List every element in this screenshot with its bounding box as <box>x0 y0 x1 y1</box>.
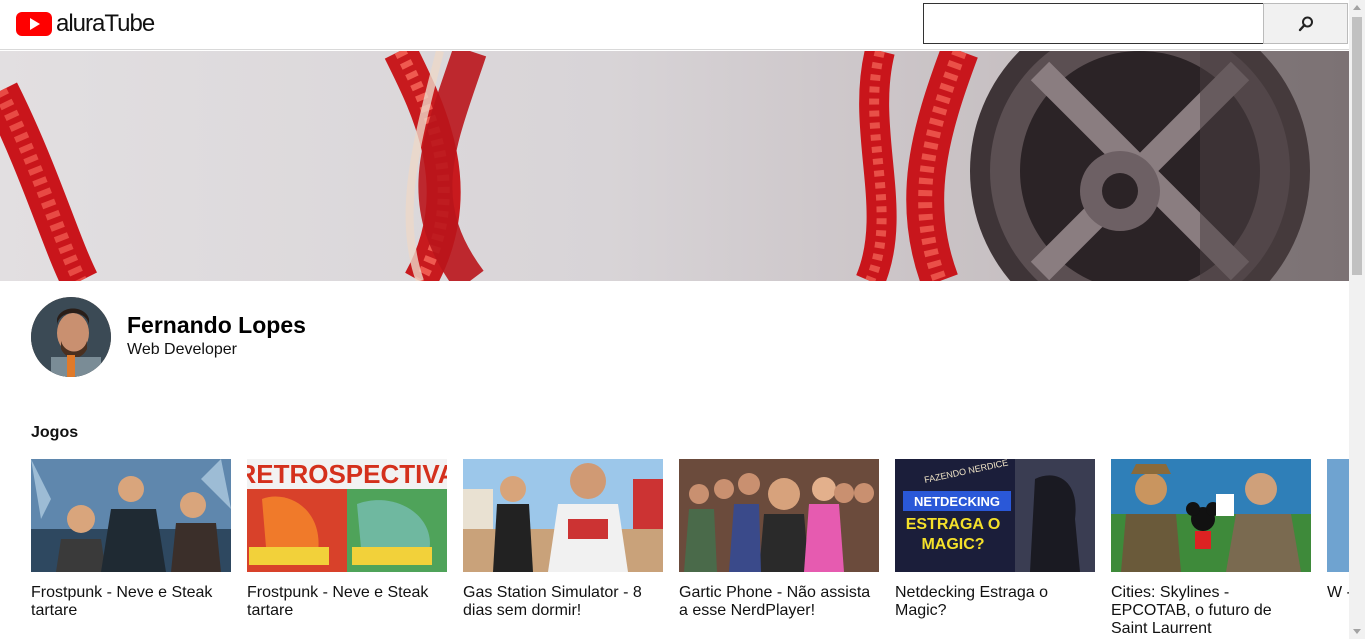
video-thumbnail[interactable] <box>463 459 663 572</box>
profile-role: Web Developer <box>127 340 237 358</box>
search-input[interactable] <box>923 3 1263 44</box>
video-card[interactable]: Gartic Phone - Não assista a esse NerdPl… <box>679 459 879 639</box>
video-thumbnail[interactable] <box>31 459 231 572</box>
channel-banner <box>0 51 1349 281</box>
search-icon <box>1298 16 1313 31</box>
video-card[interactable]: RETROSPECTIVA Frostpunk - Neve e Steak t… <box>247 459 447 639</box>
top-bar: aluraTube <box>0 0 1349 50</box>
video-card[interactable]: FAZENDO NERDICE NETDECKING ESTRAGA O MAG… <box>895 459 1095 639</box>
scroll-up-arrow-icon[interactable] <box>1353 5 1361 10</box>
video-thumbnail[interactable]: RETROSPECTIVA <box>247 459 447 572</box>
video-list: Frostpunk - Neve e Steak tartare RETROSP… <box>31 459 1351 639</box>
video-card[interactable]: Cities: Skylines - EPCOTAB, o futuro de … <box>1111 459 1311 639</box>
scrollbar-thumb[interactable] <box>1352 17 1362 275</box>
video-title[interactable]: Netdecking Estraga o Magic? <box>895 584 1095 620</box>
video-title[interactable]: Frostpunk - Neve e Steak tartare <box>31 584 231 620</box>
profile-avatar <box>31 297 111 377</box>
video-title[interactable]: Frostpunk - Neve e Steak tartare <box>247 584 447 620</box>
video-title[interactable]: W - M <box>1327 584 1351 602</box>
thumb-text-magic: MAGIC? <box>921 536 984 553</box>
search-bar <box>923 3 1348 44</box>
logo-text: aluraTube <box>56 10 155 37</box>
video-thumbnail[interactable] <box>679 459 879 572</box>
search-button[interactable] <box>1263 3 1348 44</box>
avatar-photo <box>31 297 111 377</box>
profile-section: Fernando Lopes Web Developer <box>31 297 306 377</box>
film-reel-banner-image <box>0 51 1349 281</box>
aluratube-logo[interactable]: aluraTube <box>16 10 155 38</box>
profile-name: Fernando Lopes <box>127 311 306 338</box>
video-card[interactable]: Frostpunk - Neve e Steak tartare <box>31 459 231 639</box>
video-card[interactable]: W - M <box>1327 459 1351 639</box>
thumb-text-estraga: ESTRAGA O <box>906 516 1001 533</box>
page-scrollbar[interactable] <box>1349 0 1365 639</box>
play-logo-icon <box>16 12 52 36</box>
thumb-text-netdecking: NETDECKING <box>914 494 1000 509</box>
scroll-down-arrow-icon[interactable] <box>1353 629 1361 634</box>
video-card[interactable]: Gas Station Simulator - 8 dias sem dormi… <box>463 459 663 639</box>
video-thumbnail[interactable] <box>1327 459 1351 572</box>
thumb-text-retrospectiva: RETROSPECTIVA <box>247 459 447 489</box>
video-thumbnail[interactable]: FAZENDO NERDICE NETDECKING ESTRAGA O MAG… <box>895 459 1095 572</box>
video-thumbnail[interactable] <box>1111 459 1311 572</box>
profile-info: Fernando Lopes Web Developer <box>127 312 306 359</box>
section-title-jogos: Jogos <box>31 424 79 441</box>
video-title[interactable]: Cities: Skylines - EPCOTAB, o futuro de … <box>1111 584 1311 638</box>
video-title[interactable]: Gas Station Simulator - 8 dias sem dormi… <box>463 584 663 620</box>
video-title[interactable]: Gartic Phone - Não assista a esse NerdPl… <box>679 584 879 620</box>
